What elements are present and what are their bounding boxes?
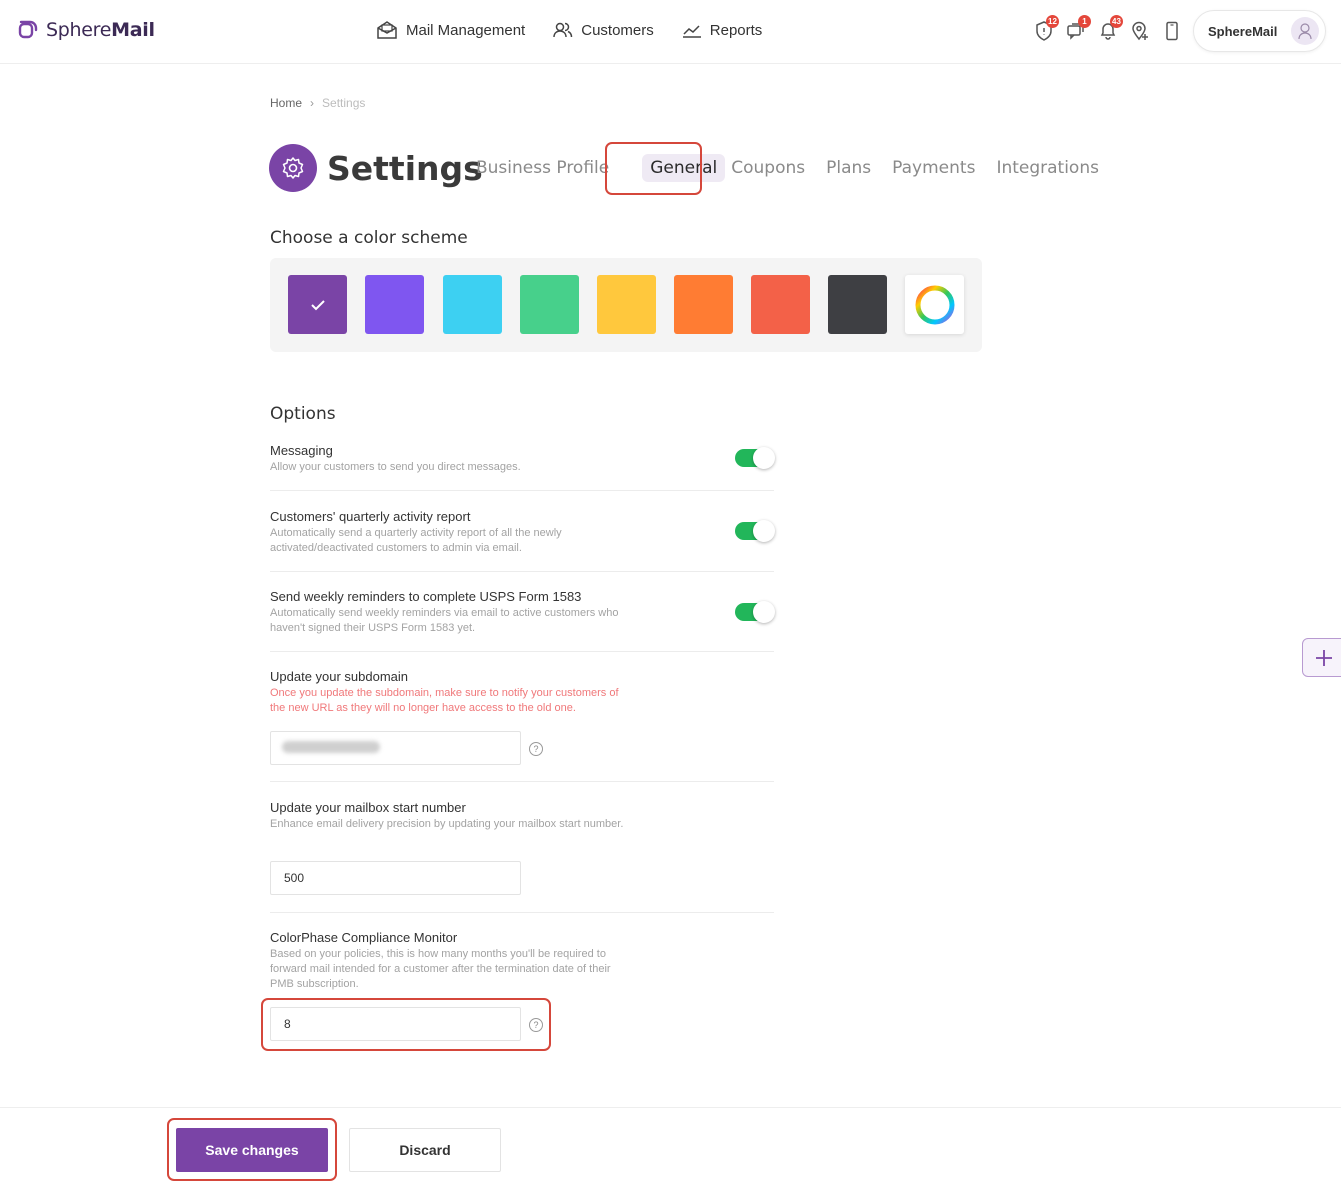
option-compliance-monitor: ColorPhase Compliance Monitor Based on y… (270, 930, 774, 992)
breadcrumb-home[interactable]: Home (270, 96, 302, 110)
quarterly-toggle[interactable] (735, 520, 776, 542)
divider (270, 651, 774, 652)
settings-badge (269, 144, 317, 192)
nav-customers[interactable]: Customers (553, 20, 654, 40)
brand-logo[interactable]: SphereMail (16, 18, 155, 42)
page-title: Settings (327, 148, 483, 188)
tab-coupons[interactable]: Coupons (731, 158, 805, 178)
color-swatch-cyan[interactable] (443, 275, 502, 334)
quarterly-title: Customers' quarterly activity report (270, 509, 471, 524)
messaging-toggle[interactable] (735, 447, 776, 469)
divider (270, 912, 774, 913)
discard-button[interactable]: Discard (349, 1128, 501, 1172)
nav-reports[interactable]: Reports (682, 20, 763, 40)
color-wheel-icon (915, 285, 954, 324)
color-swatch-panel (270, 258, 982, 352)
nav-mail-management[interactable]: Mail Management (376, 20, 525, 40)
color-swatch-yellow[interactable] (597, 275, 656, 334)
top-bar: SphereMail Mail Management Customers Rep… (0, 0, 1341, 64)
toggle-knob (753, 447, 775, 469)
toggle-knob (753, 601, 775, 623)
mailbox-desc: Enhance email delivery precision by upda… (270, 818, 624, 830)
option-messaging: Messaging Allow your customers to send y… (270, 443, 774, 475)
breadcrumb-separator: › (310, 96, 315, 110)
header-icons: 12 1 43 (1032, 15, 1184, 44)
option-quarterly-report: Customers' quarterly activity report Aut… (270, 509, 774, 556)
location-pin-icon (1132, 21, 1148, 41)
nav-customers-label: Customers (581, 21, 654, 39)
notifications-button[interactable]: 43 (1096, 15, 1123, 44)
breadcrumb-current: Settings (322, 96, 366, 110)
mailbox-start-input[interactable] (270, 861, 521, 895)
option-mailbox-start: Update your mailbox start number Enhance… (270, 800, 774, 832)
weekly-desc: Automatically send weekly reminders via … (270, 607, 619, 634)
compliance-desc: Based on your policies, this is how many… (270, 948, 611, 990)
tab-integrations[interactable]: Integrations (996, 158, 1099, 178)
color-swatch-green[interactable] (520, 275, 579, 334)
color-swatch-purple[interactable] (288, 275, 347, 334)
settings-tabs: Business Profile General Coupons Plans P… (476, 154, 1120, 182)
chart-line-icon (682, 25, 701, 38)
location-button[interactable] (1128, 18, 1152, 44)
user-menu[interactable]: SphereMail (1193, 10, 1326, 52)
weekly-title: Send weekly reminders to complete USPS F… (270, 589, 582, 604)
subdomain-warning: Once you update the subdomain, make sure… (270, 687, 619, 714)
highlight-general-tab (605, 142, 702, 195)
divider (270, 490, 774, 491)
users-icon (553, 22, 573, 38)
shield-alert-badge: 12 (1046, 15, 1059, 28)
mobile-button[interactable] (1160, 18, 1184, 44)
divider (270, 571, 774, 572)
mailbox-title: Update your mailbox start number (270, 800, 466, 815)
compliance-title: ColorPhase Compliance Monitor (270, 930, 458, 945)
tab-payments[interactable]: Payments (892, 158, 975, 178)
color-scheme-title: Choose a color scheme (270, 228, 468, 248)
avatar-icon (1298, 23, 1312, 40)
user-name: SphereMail (1208, 23, 1278, 39)
chat-badge: 1 (1078, 15, 1091, 28)
divider (270, 781, 774, 782)
floating-add-button[interactable] (1302, 638, 1341, 677)
tab-plans[interactable]: Plans (826, 158, 871, 178)
highlight-save-button (167, 1118, 337, 1181)
chat-button[interactable]: 1 (1064, 15, 1091, 44)
custom-color-button[interactable] (905, 275, 964, 334)
color-swatch-dark[interactable] (828, 275, 887, 334)
color-swatch-red[interactable] (751, 275, 810, 334)
avatar (1291, 17, 1320, 45)
nav-reports-label: Reports (709, 21, 763, 39)
blurred-subdomain-value (282, 741, 380, 753)
weekly-toggle[interactable] (735, 601, 776, 623)
highlight-compliance-input (261, 998, 551, 1051)
color-swatch-orange[interactable] (674, 275, 733, 334)
toggle-knob (753, 520, 775, 542)
quarterly-desc: Automatically send a quarterly activity … (270, 527, 562, 554)
option-weekly-reminders: Send weekly reminders to complete USPS F… (270, 589, 774, 636)
tab-business-profile[interactable]: Business Profile (476, 158, 609, 178)
brand-name: SphereMail (46, 19, 155, 41)
main-nav: Mail Management Customers Reports (376, 20, 762, 40)
subdomain-help-icon[interactable]: ? (529, 742, 543, 756)
notifications-badge: 43 (1110, 15, 1123, 28)
options-title: Options (270, 404, 336, 424)
check-icon (310, 299, 325, 310)
nav-mail-management-label: Mail Management (406, 21, 526, 39)
color-swatch-violet[interactable] (365, 275, 424, 334)
option-subdomain: Update your subdomain Once you update th… (270, 669, 774, 716)
plus-icon (1316, 649, 1332, 666)
subdomain-title: Update your subdomain (270, 669, 409, 684)
settings-header: Settings (269, 144, 483, 192)
mobile-icon (1166, 21, 1178, 41)
breadcrumb: Home › Settings (270, 96, 365, 110)
messaging-desc: Allow your customers to send you direct … (270, 461, 521, 473)
messaging-title: Messaging (270, 443, 333, 458)
shield-alert-button[interactable]: 12 (1032, 15, 1059, 44)
gear-icon (282, 157, 304, 179)
logo-icon (18, 20, 38, 39)
mail-open-icon (377, 21, 397, 39)
